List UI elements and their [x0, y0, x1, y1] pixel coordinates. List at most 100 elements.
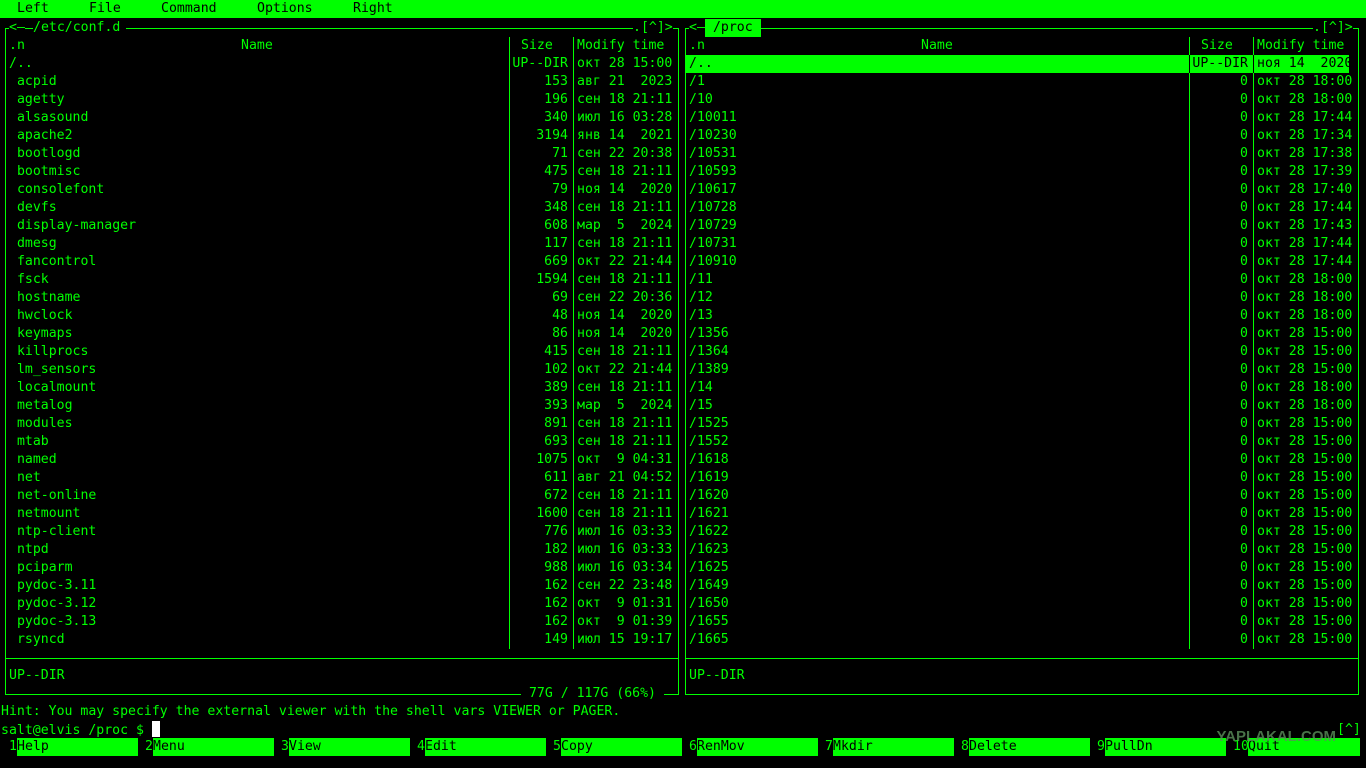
file-row[interactable]: keymaps 86 ноя 14 2020	[5, 325, 672, 343]
file-row[interactable]: /1655 0 окт 28 15:00	[685, 613, 1352, 631]
file-mtime: авг 21 04:52	[577, 470, 673, 485]
menu-command[interactable]: Command	[161, 0, 217, 18]
file-row[interactable]: /15 0 окт 28 18:00	[685, 397, 1352, 415]
file-row[interactable]: display-manager 608 мар 5 2024	[5, 217, 672, 235]
file-row[interactable]: /1621 0 окт 28 15:00	[685, 505, 1352, 523]
file-row[interactable]: /1389 0 окт 28 15:00	[685, 361, 1352, 379]
left-header-size[interactable]: Size	[521, 37, 553, 55]
prompt-corner[interactable]: [^]	[1337, 721, 1361, 739]
file-row[interactable]: /10230 0 окт 28 17:34	[685, 127, 1352, 145]
file-row[interactable]: killprocs 415 сен 18 21:11	[5, 343, 672, 361]
file-row[interactable]: lm_sensors 102 окт 22 21:44	[5, 361, 672, 379]
file-row[interactable]: apache2 3194 янв 14 2021	[5, 127, 672, 145]
right-header-name[interactable]: Name	[921, 37, 953, 55]
left-header-mtime[interactable]: Modify time	[577, 37, 664, 55]
file-row[interactable]: /10617 0 окт 28 17:40	[685, 181, 1352, 199]
file-size: 0	[1240, 200, 1248, 215]
file-mtime: окт 28 15:00	[1257, 560, 1353, 575]
file-row[interactable]: devfs 348 сен 18 21:11	[5, 199, 672, 217]
menu-bar: Left File Command Options Right	[0, 0, 1366, 18]
file-row[interactable]: /.. UP--DIR ноя 14 2020	[685, 55, 1352, 73]
file-row[interactable]: modules 891 сен 18 21:11	[5, 415, 673, 433]
file-row[interactable]: pciparm 988 июл 16 03:34	[5, 559, 672, 577]
file-row[interactable]: /1356 0 окт 28 15:00	[685, 325, 1352, 343]
file-row[interactable]: /1552 0 окт 28 15:00	[685, 433, 1352, 451]
file-row[interactable]: netmount 1600 сен 18 21:11	[5, 505, 672, 523]
file-row[interactable]: /1625 0 окт 28 15:00	[685, 559, 1353, 577]
file-row[interactable]: mtab 693 сен 18 21:11	[5, 433, 672, 451]
file-mtime: сен 18 21:11	[577, 416, 673, 431]
file-row[interactable]: /10593 0 окт 28 17:39	[685, 163, 1352, 181]
file-name: /1525	[689, 416, 729, 431]
file-size: 162	[544, 578, 568, 593]
file-row[interactable]: bootlogd 71 сен 22 20:38	[5, 145, 672, 163]
file-row[interactable]: /1618 0 окт 28 15:00	[685, 451, 1353, 469]
file-row[interactable]: /13 0 окт 28 18:00	[685, 307, 1352, 325]
file-row[interactable]: alsasound 340 июл 16 03:28	[5, 109, 672, 127]
left-panel-corner-left[interactable]: <—	[9, 19, 25, 37]
file-row[interactable]: /10728 0 окт 28 17:44	[685, 199, 1352, 217]
file-row[interactable]: /1650 0 окт 28 15:00	[685, 595, 1352, 613]
file-row[interactable]: ntpd 182 июл 16 03:33	[5, 541, 672, 559]
file-row[interactable]: /10910 0 окт 28 17:44	[685, 253, 1352, 271]
file-mtime: окт 28 18:00	[1257, 74, 1353, 89]
left-header-sort[interactable]: .n	[9, 37, 25, 55]
right-header-mtime[interactable]: Modify time	[1257, 37, 1344, 55]
file-row[interactable]: /10 0 окт 28 18:00	[685, 91, 1352, 109]
right-panel-corner[interactable]: .[^]>	[1313, 19, 1353, 37]
file-row[interactable]: /1665 0 окт 28 15:00	[685, 631, 1352, 649]
menu-right[interactable]: Right	[353, 0, 393, 18]
column-separator	[1253, 55, 1254, 73]
file-row[interactable]: /.. UP--DIR окт 28 15:00	[5, 55, 672, 73]
file-name: keymaps	[9, 326, 73, 341]
file-row[interactable]: /1 0 окт 28 18:00	[685, 73, 1353, 91]
fkey-label: Mkdir	[833, 738, 954, 756]
file-row[interactable]: /12 0 окт 28 18:00	[685, 289, 1352, 307]
file-row[interactable]: /10729 0 окт 28 17:43	[685, 217, 1352, 235]
file-row[interactable]: net 611 авг 21 04:52	[5, 469, 673, 487]
file-row[interactable]: /1525 0 окт 28 15:00	[685, 415, 1352, 433]
file-row[interactable]: /11 0 окт 28 18:00	[685, 271, 1352, 289]
file-row[interactable]: pydoc-3.11 162 сен 22 23:48	[5, 577, 672, 595]
menu-options[interactable]: Options	[257, 0, 313, 18]
right-header-size[interactable]: Size	[1201, 37, 1233, 55]
file-row[interactable]: agetty 196 сен 18 21:11	[5, 91, 672, 109]
file-row[interactable]: pydoc-3.12 162 окт 9 01:31	[5, 595, 672, 613]
file-row[interactable]: consolefont 79 ноя 14 2020	[5, 181, 672, 199]
file-row[interactable]: dmesg 117 сен 18 21:11	[5, 235, 672, 253]
file-row[interactable]: net-online 672 сен 18 21:11	[5, 487, 672, 505]
file-row[interactable]: /1364 0 окт 28 15:00	[685, 343, 1352, 361]
file-row[interactable]: hwclock 48 ноя 14 2020	[5, 307, 672, 325]
file-row[interactable]: metalog 393 мар 5 2024	[5, 397, 672, 415]
file-row[interactable]: /1620 0 окт 28 15:00	[685, 487, 1352, 505]
file-mtime: окт 28 15:00	[1257, 452, 1353, 467]
file-row[interactable]: /1619 0 окт 28 15:00	[685, 469, 1352, 487]
menu-file[interactable]: File	[89, 0, 121, 18]
file-row[interactable]: hostname 69 сен 22 20:36	[5, 289, 672, 307]
file-row[interactable]: bootmisc 475 сен 18 21:11	[5, 163, 672, 181]
file-row[interactable]: /1649 0 окт 28 15:00	[685, 577, 1352, 595]
file-row[interactable]: /14 0 окт 28 18:00	[685, 379, 1352, 397]
left-header-name[interactable]: Name	[241, 37, 273, 55]
file-row[interactable]: pydoc-3.13 162 окт 9 01:39	[5, 613, 672, 631]
left-panel-corner[interactable]: .[^]>	[633, 19, 673, 37]
file-size: 117	[544, 236, 568, 251]
file-name: hostname	[9, 290, 81, 305]
menu-left[interactable]: Left	[17, 0, 49, 18]
right-header-sort[interactable]: .n	[689, 37, 705, 55]
file-row[interactable]: named 1075 окт 9 04:31	[5, 451, 672, 469]
file-name: ntpd	[9, 542, 49, 557]
file-row[interactable]: acpid 153 авг 21 2023	[5, 73, 672, 91]
file-row[interactable]: /10731 0 окт 28 17:44	[685, 235, 1352, 253]
file-size: 0	[1240, 632, 1248, 647]
file-row[interactable]: fancontrol 669 окт 22 21:44	[5, 253, 672, 271]
file-row[interactable]: /1622 0 окт 28 15:00	[685, 523, 1352, 541]
file-row[interactable]: /10531 0 окт 28 17:38	[685, 145, 1352, 163]
file-row[interactable]: fsck 1594 сен 18 21:11	[5, 271, 672, 289]
right-panel-corner-left[interactable]: <—	[689, 19, 705, 37]
file-row[interactable]: /10011 0 окт 28 17:44	[685, 109, 1352, 127]
file-row[interactable]: localmount 389 сен 18 21:11	[5, 379, 672, 397]
file-row[interactable]: ntp-client 776 июл 16 03:33	[5, 523, 672, 541]
file-row[interactable]: /1623 0 окт 28 15:00	[685, 541, 1352, 559]
file-row[interactable]: rsyncd 149 июл 15 19:17	[5, 631, 672, 649]
